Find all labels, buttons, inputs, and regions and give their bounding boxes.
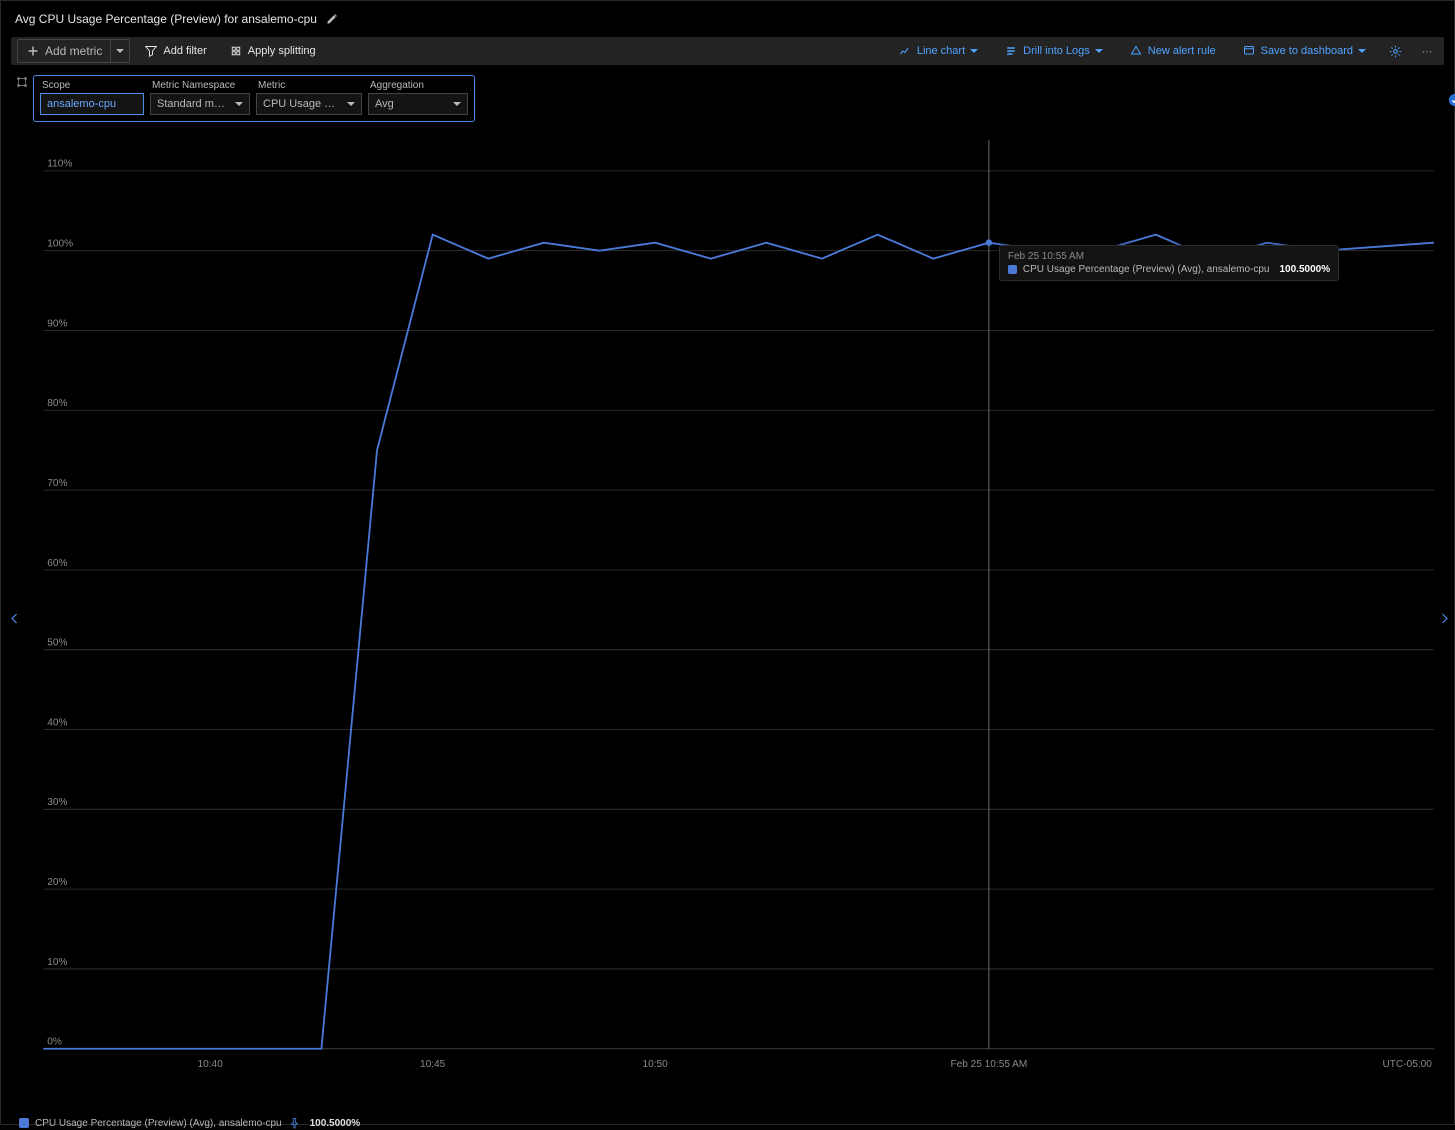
svg-text:80%: 80% [47, 398, 67, 409]
save-dashboard-dropdown[interactable]: Save to dashboard [1234, 40, 1374, 62]
scope-select[interactable]: ansalemo-cpu [40, 93, 144, 115]
aggregation-select[interactable]: Avg [368, 93, 468, 115]
aggregation-value: Avg [375, 98, 394, 110]
svg-text:50%: 50% [47, 638, 67, 649]
svg-text:70%: 70% [47, 478, 67, 489]
confirm-icon[interactable] [1448, 93, 1455, 107]
add-metric-button[interactable]: Add metric [17, 39, 130, 63]
gear-icon [1388, 44, 1402, 58]
chevron-down-icon [116, 49, 124, 53]
svg-text:40%: 40% [47, 717, 67, 728]
metric-label: Metric [256, 80, 362, 91]
legend-value: 100.5000% [310, 1118, 361, 1129]
pencil-icon[interactable] [325, 12, 339, 26]
svg-text:30%: 30% [47, 797, 67, 808]
legend[interactable]: CPU Usage Percentage (Preview) (Avg), an… [19, 1116, 1444, 1130]
legend-series: CPU Usage Percentage (Preview) (Avg), an… [35, 1118, 282, 1129]
chart-title: Avg CPU Usage Percentage (Preview) for a… [15, 12, 317, 26]
apply-splitting-button[interactable]: Apply splitting [221, 40, 324, 62]
add-metric-label: Add metric [45, 44, 102, 58]
metrics-panel: Avg CPU Usage Percentage (Preview) for a… [0, 0, 1455, 1125]
svg-text:10:40: 10:40 [198, 1059, 224, 1070]
drill-logs-dropdown[interactable]: Drill into Logs [996, 40, 1111, 62]
save-dashboard-label: Save to dashboard [1261, 45, 1353, 57]
svg-text:110%: 110% [47, 159, 72, 170]
svg-text:10%: 10% [47, 957, 67, 968]
pin-icon[interactable] [288, 1116, 302, 1130]
scope-label: Scope [40, 80, 144, 91]
chevron-down-icon [970, 49, 978, 53]
add-filter-label: Add filter [163, 45, 206, 57]
drill-logs-label: Drill into Logs [1023, 45, 1090, 57]
new-alert-label: New alert rule [1148, 45, 1216, 57]
svg-text:0%: 0% [47, 1037, 62, 1048]
aggregation-label: Aggregation [368, 80, 468, 91]
chevron-down-icon [235, 102, 243, 106]
add-metric-dropdown[interactable] [111, 40, 129, 62]
toolbar: Add metric Add filter Apply splitting Li… [11, 37, 1444, 65]
metric-selector-row: Scope ansalemo-cpu Metric Namespace Stan… [15, 75, 1444, 122]
metric-selector-box: Scope ansalemo-cpu Metric Namespace Stan… [33, 75, 475, 122]
filter-icon [144, 44, 158, 58]
new-alert-button[interactable]: New alert rule [1121, 40, 1224, 62]
chevron-down-icon [1095, 49, 1103, 53]
namespace-value: Standard metrics [157, 98, 229, 110]
resource-icon [15, 75, 33, 93]
metric-select[interactable]: CPU Usage Percentag… [256, 93, 362, 115]
line-chart-icon [898, 44, 912, 58]
hover-tooltip: Feb 25 10:55 AM CPU Usage Percentage (Pr… [999, 245, 1339, 281]
more-button[interactable]: ⋯ [1416, 40, 1438, 62]
alert-icon [1129, 44, 1143, 58]
svg-text:90%: 90% [47, 318, 67, 329]
tooltip-series: CPU Usage Percentage (Preview) (Avg), an… [1023, 264, 1270, 275]
next-time-button[interactable] [1434, 608, 1454, 633]
chart-type-dropdown[interactable]: Line chart [890, 40, 986, 62]
svg-text:10:45: 10:45 [420, 1059, 446, 1070]
pin-icon [1242, 44, 1256, 58]
svg-text:20%: 20% [47, 877, 67, 888]
tooltip-value: 100.5000% [1279, 264, 1330, 275]
plus-icon [26, 44, 40, 58]
svg-text:100%: 100% [47, 239, 73, 250]
tooltip-swatch [1008, 265, 1017, 274]
svg-text:UTC-05:00: UTC-05:00 [1383, 1059, 1433, 1070]
legend-swatch [19, 1118, 29, 1128]
logs-icon [1004, 44, 1018, 58]
chevron-down-icon [453, 102, 461, 106]
namespace-label: Metric Namespace [150, 80, 250, 91]
chevron-down-icon [1358, 49, 1366, 53]
svg-text:Feb 25 10:55 AM: Feb 25 10:55 AM [950, 1059, 1027, 1070]
metric-value: CPU Usage Percentag… [263, 98, 341, 110]
svg-text:10:50: 10:50 [643, 1059, 669, 1070]
tooltip-time: Feb 25 10:55 AM [1008, 251, 1330, 262]
chart-area[interactable]: 0% 10% 20% 30% 40% 50% 60% 70% 80% 90% 100% 110% 10:… [15, 130, 1444, 1110]
add-filter-button[interactable]: Add filter [136, 40, 214, 62]
prev-time-button[interactable] [5, 608, 25, 633]
apply-splitting-label: Apply splitting [248, 45, 316, 57]
settings-button[interactable] [1384, 40, 1406, 62]
namespace-select[interactable]: Standard metrics [150, 93, 250, 115]
chart-type-label: Line chart [917, 45, 965, 57]
split-icon [229, 44, 243, 58]
svg-text:60%: 60% [47, 558, 67, 569]
ellipsis-icon: ⋯ [1420, 44, 1434, 58]
scope-value: ansalemo-cpu [47, 98, 116, 110]
title-row: Avg CPU Usage Percentage (Preview) for a… [1, 1, 1454, 33]
chevron-down-icon [347, 102, 355, 106]
